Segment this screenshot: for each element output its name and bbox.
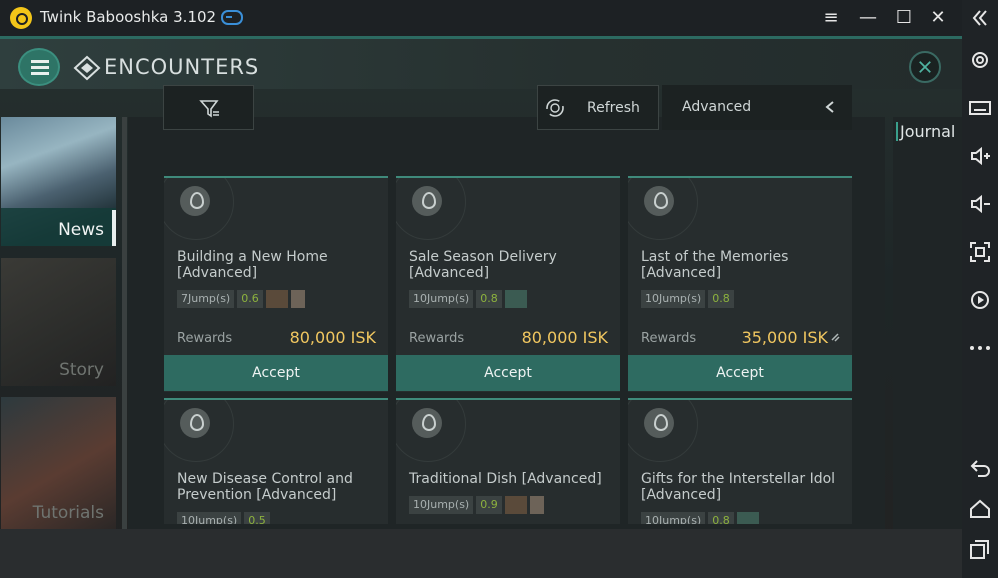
card-tags: 7Jump(s) 0.6	[177, 290, 305, 308]
location-pin-icon	[180, 186, 210, 216]
card-title: Building a New Home [Advanced]	[177, 249, 328, 281]
faction-icon	[504, 496, 527, 514]
rewards-label: Rewards	[177, 331, 233, 346]
journal-tab[interactable]: Journal	[896, 122, 955, 141]
screenshot-icon[interactable]	[968, 240, 992, 264]
more-options-icon[interactable]	[968, 336, 992, 360]
maximize-button[interactable]: ☐	[892, 6, 916, 30]
card-tags: 10Jump(s) 0.8	[641, 512, 759, 524]
advanced-dropdown[interactable]: Advanced	[662, 85, 852, 130]
advanced-label: Advanced	[682, 99, 752, 115]
card-title: Traditional Dish [Advanced]	[409, 471, 602, 487]
security-badge: 0.6	[237, 290, 263, 308]
sidebar-item-tutorials[interactable]: Tutorials	[1, 397, 116, 529]
shield-icon	[736, 512, 759, 524]
accept-button[interactable]: Accept	[164, 355, 388, 391]
sidebar-item-news[interactable]: News	[1, 117, 116, 246]
security-badge: 0.8	[708, 290, 734, 308]
encounter-card: Building a New Home [Advanced] 7Jump(s) …	[164, 176, 388, 392]
security-badge: 0.5	[244, 512, 270, 524]
shield-icon	[504, 290, 527, 308]
card-title: Gifts for the Interstellar Idol [Advance…	[641, 471, 836, 503]
jumps-badge: 10Jump(s)	[641, 512, 706, 524]
hamburger-menu-button[interactable]	[18, 48, 60, 86]
recent-apps-icon[interactable]	[968, 537, 992, 561]
menu-icon[interactable]: ≡	[819, 6, 843, 30]
faction-icon	[265, 290, 288, 308]
bottom-bar	[0, 529, 962, 578]
location-pin-icon	[412, 408, 442, 438]
filter-icon	[199, 100, 219, 118]
card-title: New Disease Control and Prevention [Adva…	[177, 471, 353, 503]
sidebar-item-label: Story	[59, 360, 104, 380]
check-icon	[529, 496, 544, 514]
app-logo-icon	[10, 7, 32, 29]
rewards-value: 80,000 ISK	[289, 328, 376, 347]
card-title: Last of the Memories [Advanced]	[641, 249, 789, 281]
collapse-chevrons-icon[interactable]	[968, 6, 992, 30]
gamepad-icon[interactable]	[221, 10, 243, 25]
accept-button[interactable]: Accept	[396, 355, 620, 391]
security-badge: 0.8	[476, 290, 502, 308]
encounters-header: ENCOUNTERS	[0, 39, 962, 89]
jumps-badge: 7Jump(s)	[177, 290, 235, 308]
location-pin-icon	[644, 408, 674, 438]
page-title: ENCOUNTERS	[104, 55, 260, 79]
jumps-badge: 10Jump(s)	[409, 496, 474, 514]
link-icon	[831, 333, 840, 342]
settings-gear-icon[interactable]	[968, 48, 992, 72]
window-title: Twink Babooshka 3.102	[40, 8, 217, 26]
rewards-value: 35,000 ISK	[741, 328, 828, 347]
title-bar: Twink Babooshka 3.102 ≡ — ☐ ✕	[0, 0, 962, 36]
close-panel-button[interactable]	[909, 51, 941, 83]
security-badge: 0.8	[708, 512, 734, 524]
encounter-card: Gifts for the Interstellar Idol [Advance…	[628, 398, 852, 524]
sidebar-item-label: Tutorials	[32, 503, 104, 523]
minimize-button[interactable]: —	[856, 6, 880, 30]
jumps-badge: 10Jump(s)	[409, 290, 474, 308]
back-icon[interactable]	[968, 456, 992, 480]
location-pin-icon	[644, 186, 674, 216]
record-video-icon[interactable]	[968, 288, 992, 312]
encounter-card: Last of the Memories [Advanced] 10Jump(s…	[628, 176, 852, 392]
refresh-label: Refresh	[587, 100, 640, 116]
encounters-logo-icon	[73, 55, 101, 81]
emulator-toolbar	[962, 0, 998, 578]
location-pin-icon	[412, 186, 442, 216]
card-tags: 10Jump(s) 0.8	[641, 290, 734, 308]
card-tags: 10Jump(s) 0.9	[409, 496, 544, 514]
accept-button[interactable]: Accept	[628, 355, 852, 391]
sidebar-item-story[interactable]: Story	[1, 258, 116, 386]
filter-button[interactable]	[163, 85, 254, 130]
check-icon	[290, 290, 305, 308]
journal-panel: Journal	[893, 117, 962, 529]
rewards-label: Rewards	[641, 331, 697, 346]
jumps-badge: 10Jump(s)	[177, 512, 242, 524]
refresh-button[interactable]: Refresh	[537, 85, 659, 130]
selected-indicator	[112, 210, 116, 246]
volume-up-icon[interactable]	[968, 144, 992, 168]
volume-down-icon[interactable]	[968, 192, 992, 216]
jumps-badge: 10Jump(s)	[641, 290, 706, 308]
sidebar-item-label: News	[58, 220, 104, 240]
rewards-value: 80,000 ISK	[521, 328, 608, 347]
card-title: Sale Season Delivery [Advanced]	[409, 249, 557, 281]
chevron-left-icon	[825, 101, 834, 113]
encounter-card: Traditional Dish [Advanced] 10Jump(s) 0.…	[396, 398, 620, 524]
card-tags: 10Jump(s) 0.8	[409, 290, 527, 308]
rewards-label: Rewards	[409, 331, 465, 346]
encounter-card: New Disease Control and Prevention [Adva…	[164, 398, 388, 524]
keyboard-icon[interactable]	[968, 96, 992, 120]
close-window-button[interactable]: ✕	[926, 6, 950, 30]
home-icon[interactable]	[968, 497, 992, 521]
card-tags: 10Jump(s) 0.5	[177, 512, 270, 524]
security-badge: 0.9	[476, 496, 502, 514]
refresh-icon	[546, 99, 564, 117]
location-pin-icon	[180, 408, 210, 438]
sidebar-scrollbar[interactable]	[122, 117, 127, 529]
encounter-card: Sale Season Delivery [Advanced] 10Jump(s…	[396, 176, 620, 392]
